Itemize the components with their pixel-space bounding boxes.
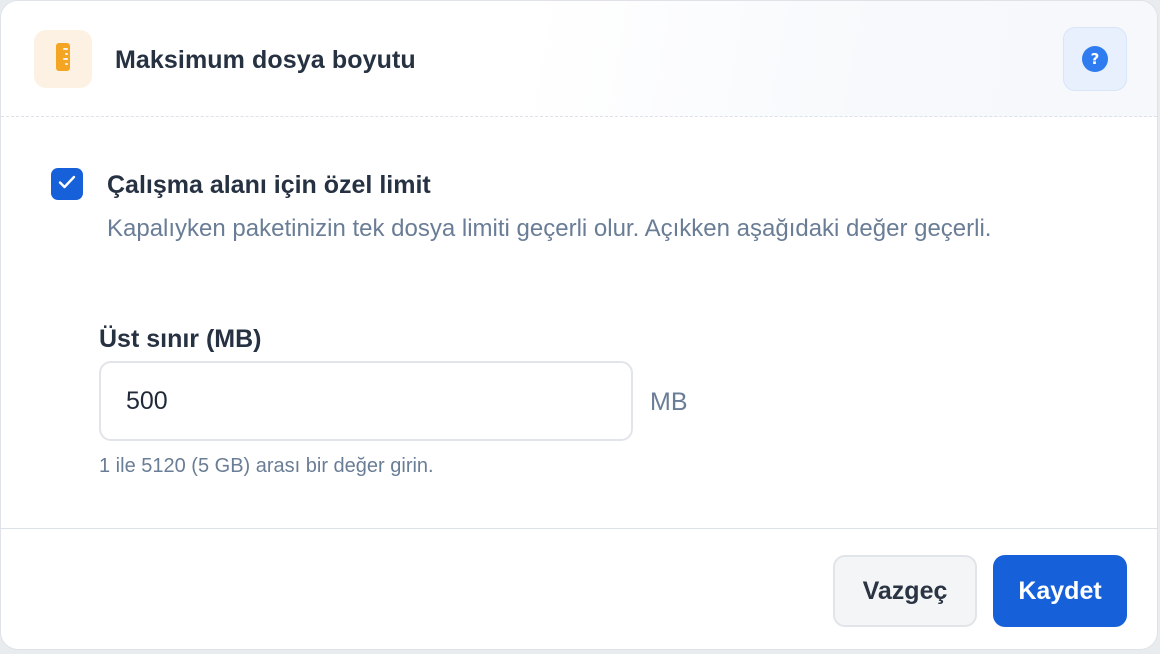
help-button[interactable]: ? (1063, 27, 1127, 91)
upper-limit-label: Üst sınır (MB) (99, 325, 262, 353)
ruler-icon (53, 41, 73, 78)
unit-label: MB (650, 388, 688, 416)
ruler-icon-container (34, 30, 92, 88)
question-circle-icon: ? (1082, 46, 1108, 72)
upper-limit-input[interactable] (99, 361, 633, 441)
card-header: Maksimum dosya boyutu ? (1, 1, 1157, 117)
cancel-button[interactable]: Vazgeç (833, 555, 977, 627)
save-button[interactable]: Kaydet (993, 555, 1127, 627)
custom-limit-label: Çalışma alanı için özel limit (107, 171, 431, 199)
footer-divider (1, 528, 1157, 529)
custom-limit-description: Kapalıyken paketinizin tek dosya limiti … (107, 215, 992, 242)
custom-limit-checkbox[interactable] (51, 168, 83, 200)
checkmark-icon (58, 175, 76, 194)
settings-card: Maksimum dosya boyutu ? Çalışma alanı iç… (0, 0, 1158, 650)
card-title: Maksimum dosya boyutu (115, 46, 416, 74)
upper-limit-hint: 1 ile 5120 (5 GB) arası bir değer girin. (99, 455, 434, 477)
